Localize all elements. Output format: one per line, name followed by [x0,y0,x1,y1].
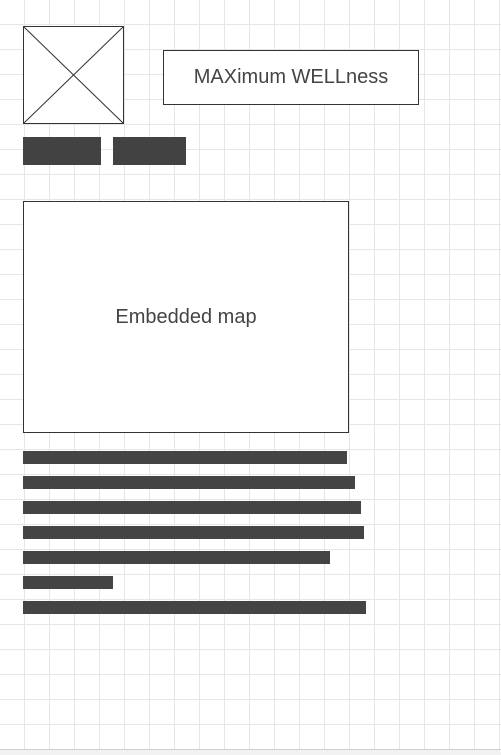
site-title: MAXimum WELLness [193,66,389,88]
text-line [23,526,364,539]
map-label: Embedded map [115,305,257,328]
text-line [23,576,113,589]
embedded-map[interactable]: Embedded map [23,201,349,433]
site-title-box: MAXimum WELLness [163,50,419,105]
text-line [23,551,330,564]
image-placeholder-icon [24,27,123,123]
nav-button-1[interactable] [23,137,101,165]
nav-button-2[interactable] [113,137,186,165]
canvas-bottom-edge [0,749,501,755]
text-line [23,451,347,464]
text-line [23,501,361,514]
logo-placeholder [23,26,124,124]
text-line [23,601,366,614]
text-line [23,476,355,489]
